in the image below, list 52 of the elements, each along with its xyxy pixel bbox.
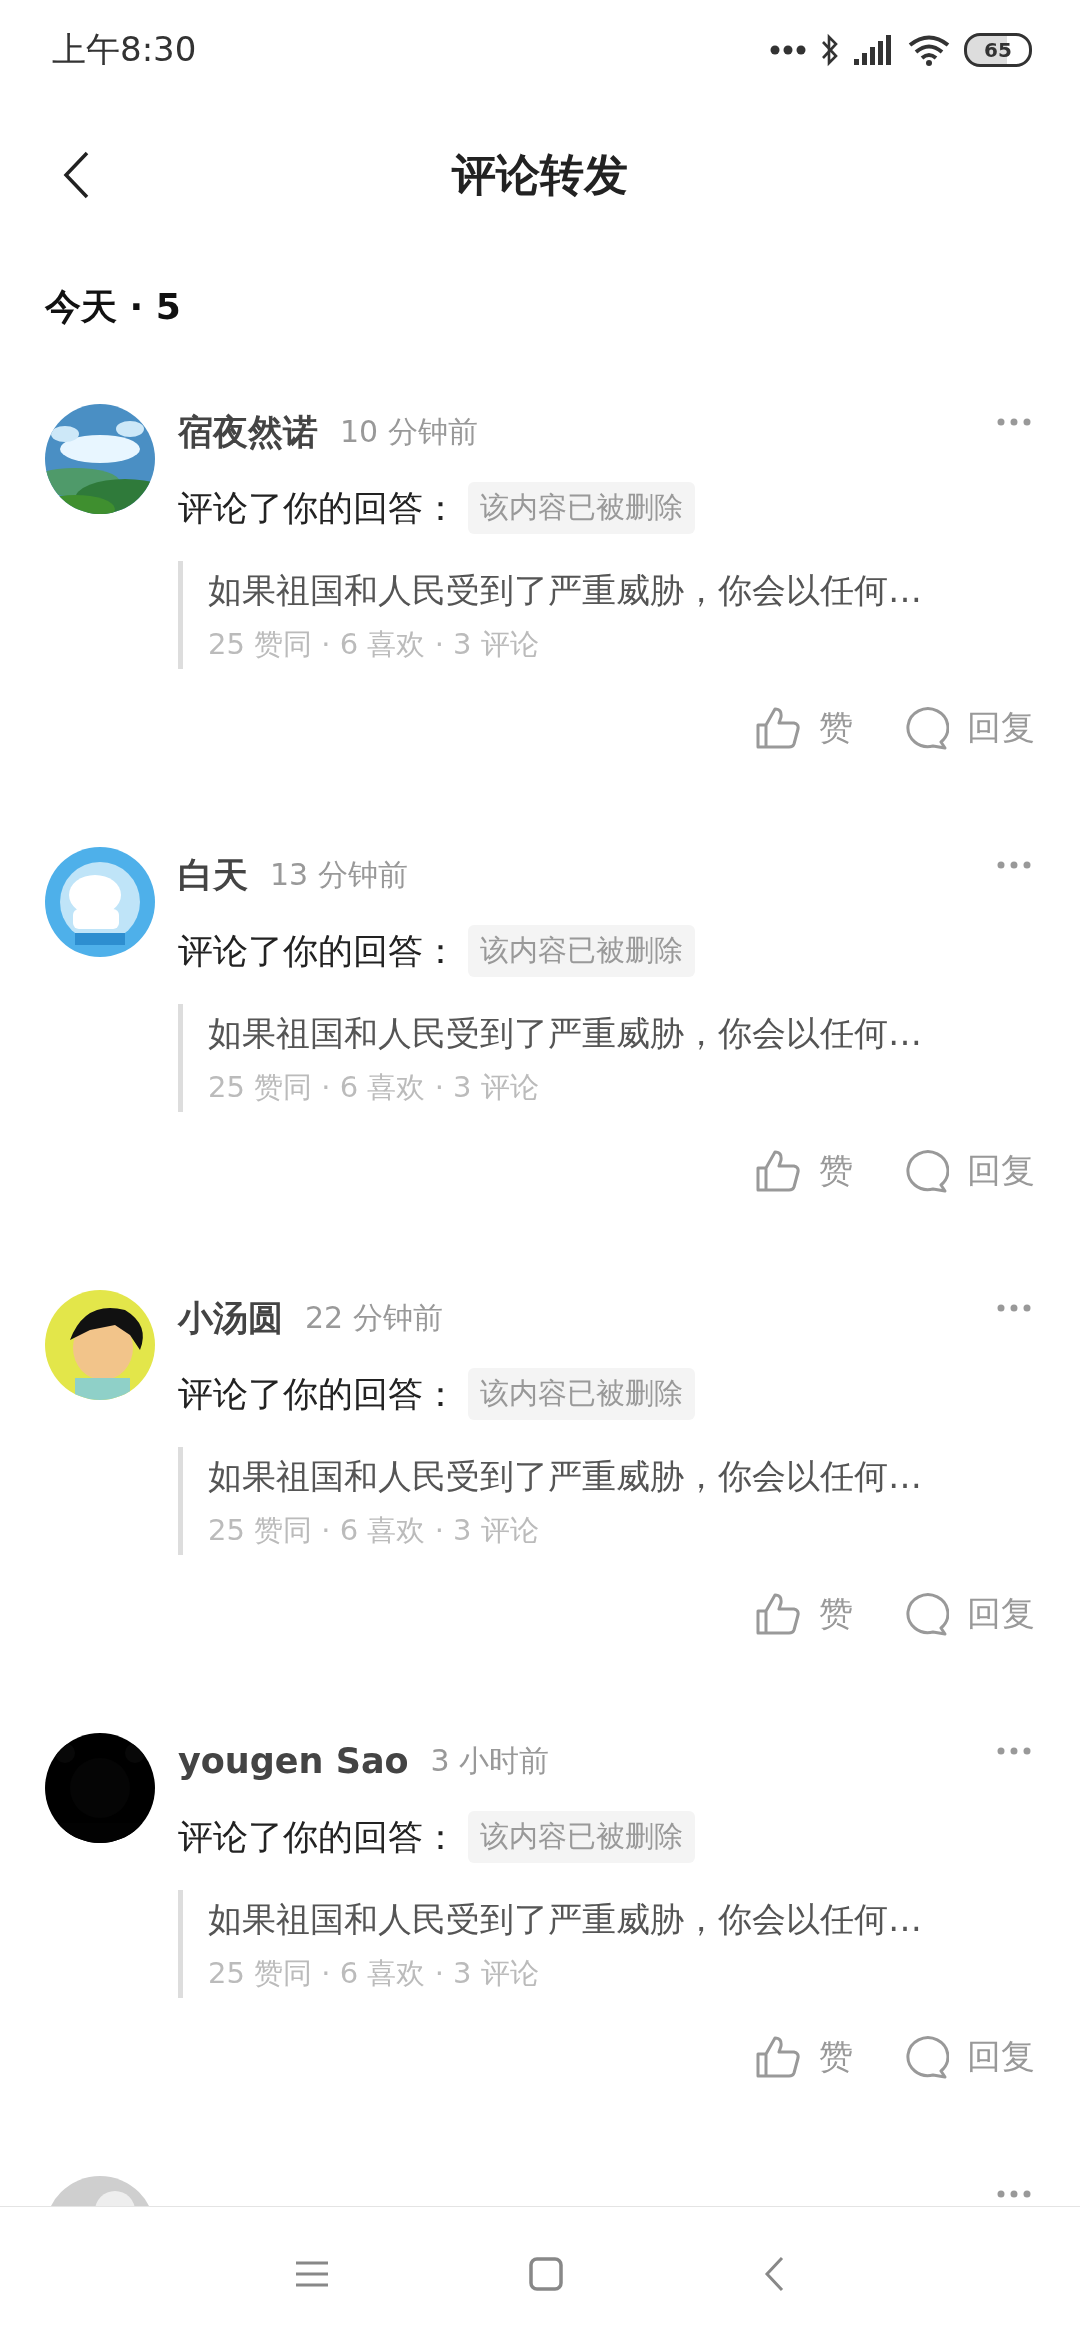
back-icon[interactable] (62, 150, 90, 200)
bluetooth-icon (820, 33, 840, 67)
section-heading: 今天 · 5 (45, 285, 182, 329)
speech-bubble-icon (903, 2035, 949, 2079)
wifi-icon (908, 34, 950, 66)
user-name[interactable]: 白天 (178, 851, 248, 899)
comment-action: 评论了你的回答： (178, 1815, 458, 1859)
home-icon[interactable] (529, 2256, 563, 2291)
answer-title: 如果祖国和人民受到了严重威胁，你会以任何… (208, 1012, 922, 1055)
signal-icon (854, 35, 894, 65)
page-title: 评论转发 (452, 147, 628, 202)
timestamp: 10 分钟前 (340, 412, 478, 451)
more-icon[interactable] (997, 1304, 1031, 1312)
thumbs-up-icon (755, 1592, 801, 1636)
user-name[interactable]: 宿夜然诺 (178, 408, 318, 456)
more-dots-icon (770, 45, 806, 55)
timestamp: 3 小时前 (430, 1741, 550, 1780)
speech-bubble-icon (903, 1149, 949, 1193)
more-icon[interactable] (997, 2190, 1031, 2198)
comment-action: 评论了你的回答： (178, 929, 458, 973)
quoted-answer[interactable]: 如果祖国和人民受到了严重威胁，你会以任何… 25 赞同 · 6 喜欢 · 3 评论 (178, 1890, 1035, 1998)
deleted-tag: 该内容已被删除 (468, 1368, 695, 1420)
thumbs-up-icon (755, 1149, 801, 1193)
answer-stats: 25 赞同 · 6 喜欢 · 3 评论 (208, 1512, 539, 1549)
user-name[interactable]: yougen Sao (178, 1741, 409, 1781)
user-name[interactable]: 小汤圆 (178, 1294, 283, 1342)
deleted-tag: 该内容已被删除 (468, 925, 695, 977)
deleted-tag: 该内容已被删除 (468, 482, 695, 534)
quoted-answer[interactable]: 如果祖国和人民受到了严重威胁，你会以任何… 25 赞同 · 6 喜欢 · 3 评论 (178, 1004, 1035, 1112)
deleted-tag: 该内容已被删除 (468, 1811, 695, 1863)
speech-bubble-icon (903, 1592, 949, 1636)
menu-icon[interactable] (295, 2259, 329, 2288)
quoted-answer[interactable]: 如果祖国和人民受到了严重威胁，你会以任何… 25 赞同 · 6 喜欢 · 3 评论 (178, 561, 1035, 669)
answer-stats: 25 赞同 · 6 喜欢 · 3 评论 (208, 626, 539, 663)
comment-action: 评论了你的回答： (178, 486, 458, 530)
timestamp: 22 分钟前 (305, 1298, 443, 1337)
comment-action: 评论了你的回答： (178, 1372, 458, 1416)
answer-title: 如果祖国和人民受到了严重威胁，你会以任何… (208, 569, 922, 612)
thumbs-up-icon (755, 2035, 801, 2079)
thumbs-up-icon (755, 706, 801, 750)
speech-bubble-icon (903, 706, 949, 750)
quoted-answer[interactable]: 如果祖国和人民受到了严重威胁，你会以任何… 25 赞同 · 6 喜欢 · 3 评论 (178, 1447, 1035, 1555)
answer-title: 如果祖国和人民受到了严重威胁，你会以任何… (208, 1455, 922, 1498)
answer-stats: 25 赞同 · 6 喜欢 · 3 评论 (208, 1069, 539, 1106)
timestamp: 13 分钟前 (270, 855, 408, 894)
more-icon[interactable] (997, 418, 1031, 426)
answer-stats: 25 赞同 · 6 喜欢 · 3 评论 (208, 1955, 539, 1992)
answer-title: 如果祖国和人民受到了严重威胁，你会以任何… (208, 1898, 922, 1941)
more-icon[interactable] (997, 861, 1031, 869)
more-icon[interactable] (997, 1747, 1031, 1755)
battery-indicator: 65 (964, 33, 1032, 67)
status-time: 上午8:30 (52, 28, 197, 71)
